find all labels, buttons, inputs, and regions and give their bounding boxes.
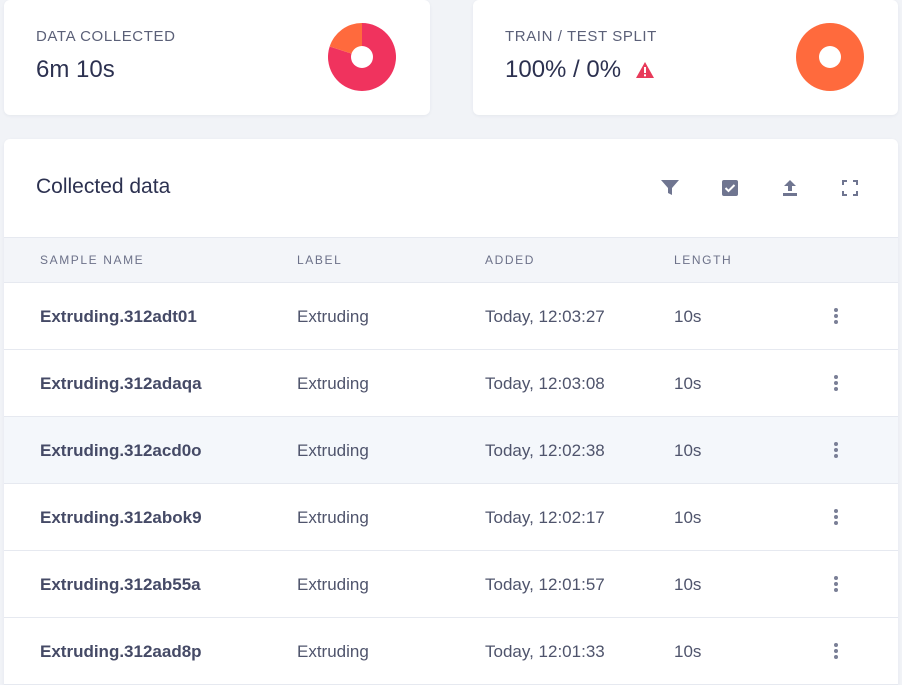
sample-name-cell[interactable]: Extruding.312abok9 bbox=[40, 508, 202, 528]
data-collected-value-text: 6m 10s bbox=[36, 56, 115, 83]
collected-data-card: Collected data SAMPLE NAME LABEL ADDED L… bbox=[4, 139, 898, 685]
sample-name-cell[interactable]: Extruding.312acd0o bbox=[40, 441, 202, 461]
column-header-sample-name[interactable]: SAMPLE NAME bbox=[40, 253, 144, 267]
table-row[interactable]: Extruding.312abok9 Extruding Today, 12:0… bbox=[4, 484, 898, 551]
sample-name-cell[interactable]: Extruding.312adaqa bbox=[40, 374, 202, 394]
length-cell: 10s bbox=[674, 575, 702, 594]
table-row[interactable]: Extruding.312adaqa Extruding Today, 12:0… bbox=[4, 350, 898, 417]
label-cell: Extruding bbox=[297, 441, 369, 460]
added-cell: Today, 12:03:27 bbox=[485, 307, 605, 326]
row-menu-icon[interactable] bbox=[826, 506, 846, 528]
label-cell: Extruding bbox=[297, 575, 369, 594]
row-menu-icon[interactable] bbox=[826, 573, 846, 595]
label-cell: Extruding bbox=[297, 508, 369, 527]
collected-data-table: SAMPLE NAME LABEL ADDED LENGTH Extruding… bbox=[4, 237, 898, 685]
train-test-split-donut bbox=[796, 23, 864, 91]
length-cell: 10s bbox=[674, 307, 702, 326]
collected-data-title: Collected data bbox=[36, 175, 171, 198]
sample-name-cell[interactable]: Extruding.312adt01 bbox=[40, 307, 197, 327]
collected-data-toolbar bbox=[659, 177, 861, 199]
added-cell: Today, 12:02:17 bbox=[485, 508, 605, 527]
filter-icon[interactable] bbox=[659, 177, 681, 199]
warning-triangle-icon[interactable] bbox=[635, 61, 655, 79]
length-cell: 10s bbox=[674, 374, 702, 393]
column-header-added[interactable]: ADDED bbox=[485, 253, 535, 267]
added-cell: Today, 12:01:33 bbox=[485, 642, 605, 661]
upload-icon[interactable] bbox=[779, 177, 801, 199]
row-menu-icon[interactable] bbox=[826, 640, 846, 662]
row-menu-icon[interactable] bbox=[826, 305, 846, 327]
table-row[interactable]: Extruding.312aad8p Extruding Today, 12:0… bbox=[4, 618, 898, 685]
added-cell: Today, 12:03:08 bbox=[485, 374, 605, 393]
column-header-label[interactable]: LABEL bbox=[297, 253, 342, 267]
data-collected-card: DATA COLLECTED 6m 10s bbox=[4, 0, 430, 115]
table-header: SAMPLE NAME LABEL ADDED LENGTH bbox=[4, 237, 898, 283]
table-row[interactable]: Extruding.312adt01 Extruding Today, 12:0… bbox=[4, 283, 898, 350]
data-collected-donut bbox=[328, 23, 396, 91]
length-cell: 10s bbox=[674, 642, 702, 661]
label-cell: Extruding bbox=[297, 642, 369, 661]
data-collected-donut-hole bbox=[351, 46, 373, 68]
data-collected-value: 6m 10s bbox=[36, 56, 115, 84]
added-cell: Today, 12:02:38 bbox=[485, 441, 605, 460]
column-header-length[interactable]: LENGTH bbox=[674, 253, 732, 267]
label-cell: Extruding bbox=[297, 307, 369, 326]
row-menu-icon[interactable] bbox=[826, 372, 846, 394]
data-collected-label: DATA COLLECTED bbox=[36, 28, 176, 45]
train-test-split-donut-hole bbox=[819, 46, 841, 68]
train-test-split-card: TRAIN / TEST SPLIT 100% / 0% bbox=[473, 0, 898, 115]
length-cell: 10s bbox=[674, 508, 702, 527]
length-cell: 10s bbox=[674, 441, 702, 460]
table-row[interactable]: Extruding.312acd0o Extruding Today, 12:0… bbox=[4, 417, 898, 484]
train-test-split-value-text: 100% / 0% bbox=[505, 56, 622, 83]
sample-name-cell[interactable]: Extruding.312ab55a bbox=[40, 575, 201, 595]
train-test-split-value: 100% / 0% bbox=[505, 56, 655, 84]
train-test-split-label: TRAIN / TEST SPLIT bbox=[505, 28, 657, 45]
added-cell: Today, 12:01:57 bbox=[485, 575, 605, 594]
row-menu-icon[interactable] bbox=[826, 439, 846, 461]
label-cell: Extruding bbox=[297, 374, 369, 393]
fullscreen-icon[interactable] bbox=[839, 177, 861, 199]
select-checkbox-icon[interactable] bbox=[719, 177, 741, 199]
sample-name-cell[interactable]: Extruding.312aad8p bbox=[40, 642, 202, 662]
table-row[interactable]: Extruding.312ab55a Extruding Today, 12:0… bbox=[4, 551, 898, 618]
